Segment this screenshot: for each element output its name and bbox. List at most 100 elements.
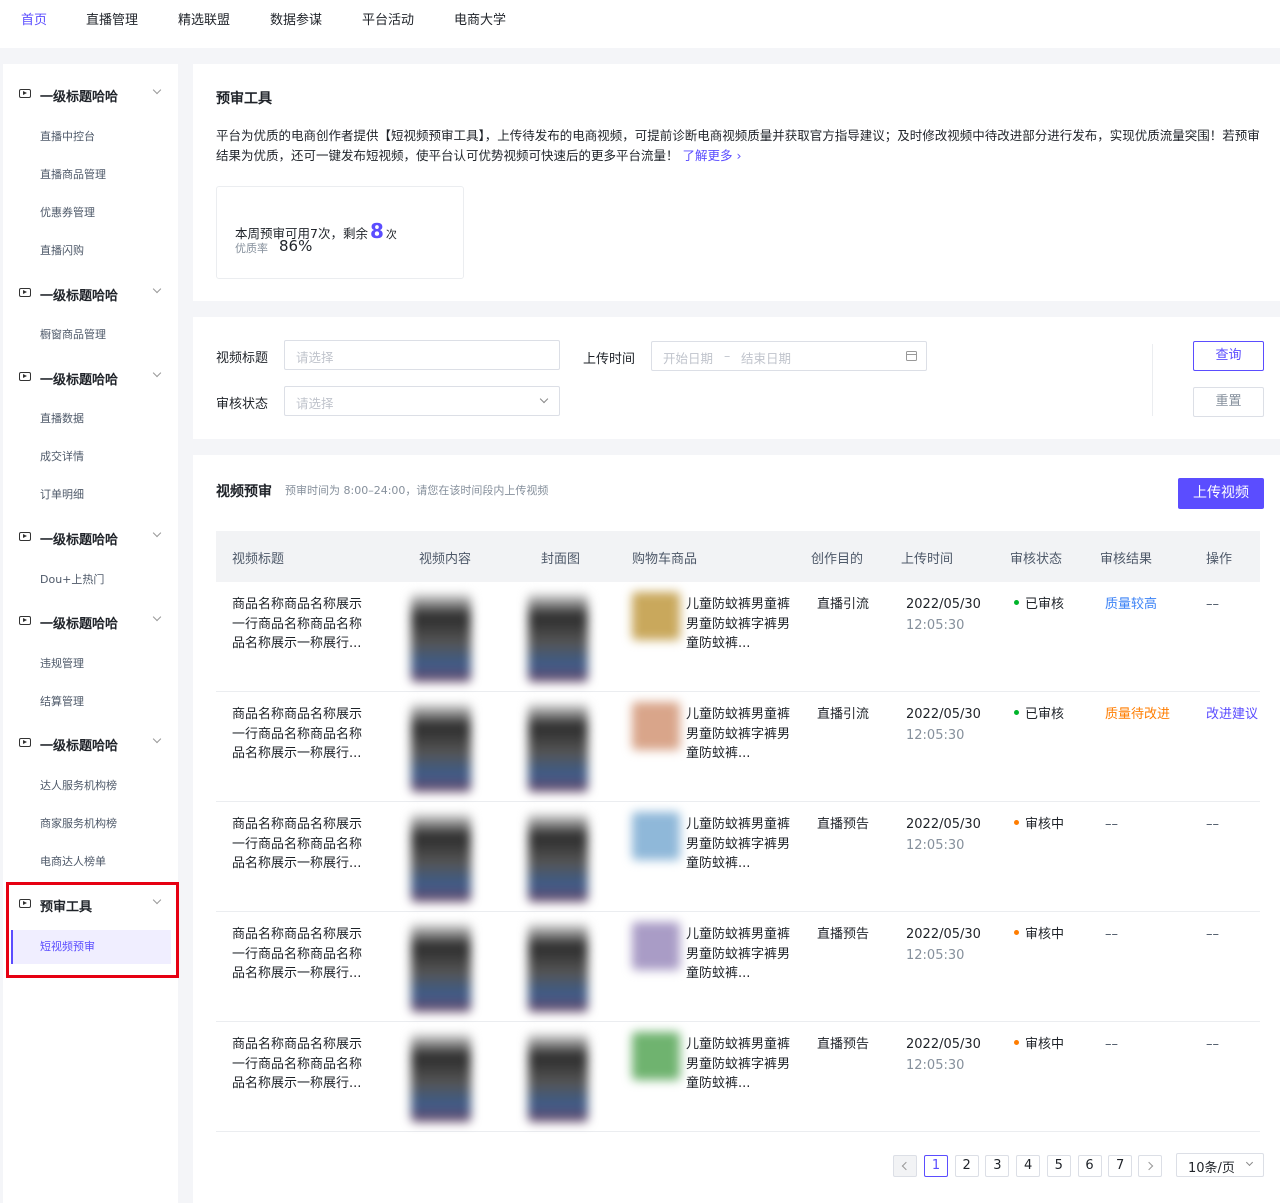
sidebar-group-6[interactable]: 一级标题哈哈 (3, 733, 178, 755)
column-header: 上传时间 (901, 552, 954, 567)
product-image (632, 1032, 680, 1080)
sidebar-item-deal-details[interactable]: 成交详情 (40, 448, 84, 464)
sidebar-item-influencer-ranking[interactable]: 电商达人榜单 (40, 853, 106, 869)
operation-cell: –– (1206, 817, 1219, 832)
sidebar-item-violations[interactable]: 违规管理 (40, 655, 84, 671)
intro-card: 预审工具 平台为优质的电商创作者提供【短视频预审工具】，上传待发布的电商视频，可… (193, 64, 1280, 301)
chevron-down-icon (152, 528, 162, 538)
chevron-down-icon (152, 368, 162, 378)
cover-image[interactable] (528, 1034, 588, 1122)
sidebar-item-orders[interactable]: 订单明细 (40, 486, 84, 502)
page-button[interactable]: 1 (924, 1155, 948, 1177)
column-header: 购物车商品 (632, 552, 698, 567)
upload-date: 2022/05/30 (906, 1037, 981, 1052)
status-text: 审核中 (1025, 817, 1065, 832)
nav-item-activity[interactable]: 平台活动 (362, 9, 414, 28)
result-cell[interactable]: 质量较高 (1105, 595, 1157, 615)
upload-video-button[interactable]: 上传视频 (1178, 478, 1264, 509)
result-cell[interactable]: 质量待改进 (1105, 705, 1170, 725)
status-dot (1014, 600, 1019, 605)
chevron-down-icon (152, 85, 162, 95)
page-size-label: 10条/页 (1188, 1161, 1235, 1176)
reset-button[interactable]: 重置 (1193, 387, 1264, 417)
video-icon (19, 372, 31, 381)
intro-description: 平台为优质的电商创作者提供【短视频预审工具】，上传待发布的电商视频，可提前诊断电… (216, 126, 1266, 166)
chevron-down-icon (152, 895, 162, 905)
table-row: 商品名称商品名称展示一行商品名称商品名称品名称展示一称展行... 儿童防蚊裤男童裤… (216, 1022, 1260, 1132)
nav-item-home[interactable]: 首页 (21, 9, 47, 28)
sidebar-item-flash-sale[interactable]: 直播闪购 (40, 242, 84, 258)
cover-image[interactable] (528, 814, 588, 902)
date-range-picker[interactable]: 开始日期 – 结束日期 (651, 341, 927, 371)
nav-item-live[interactable]: 直播管理 (86, 9, 138, 28)
product-name: 儿童防蚊裤男童裤男童防蚊裤字裤男童防蚊裤... (686, 817, 791, 871)
page-button[interactable]: 4 (1016, 1155, 1041, 1177)
status-cell: 已审核 (1014, 705, 1064, 725)
video-icon (19, 532, 31, 541)
product-image (632, 592, 680, 640)
learn-more-link[interactable]: 了解更多 › (683, 148, 742, 163)
end-date-placeholder: 结束日期 (741, 351, 792, 366)
sidebar-item-short-video-review[interactable]: 短视频预审 (40, 938, 95, 954)
page-button[interactable]: 5 (1046, 1155, 1071, 1177)
chevron-down-icon (152, 284, 162, 294)
status-select[interactable]: 请选择 (284, 386, 560, 416)
page-button[interactable]: 6 (1077, 1155, 1102, 1177)
page-button[interactable]: 7 (1108, 1155, 1133, 1177)
nav-item-data[interactable]: 数据参谋 (270, 9, 322, 28)
page-button[interactable]: 3 (985, 1155, 1010, 1177)
chevron-down-icon (152, 734, 162, 744)
purpose-cell: 直播预告 (817, 817, 870, 832)
status-dot (1014, 820, 1019, 825)
video-icon (19, 738, 31, 747)
nav-item-university[interactable]: 电商大学 (454, 9, 506, 28)
sidebar-item-live-data[interactable]: 直播数据 (40, 410, 84, 426)
product-image (632, 922, 680, 970)
next-page-button[interactable] (1138, 1155, 1162, 1177)
sidebar-item-live-products[interactable]: 直播商品管理 (40, 166, 106, 182)
sidebar-item-showcase[interactable]: 橱窗商品管理 (40, 326, 106, 342)
video-thumbnail[interactable] (411, 1034, 471, 1122)
cover-image[interactable] (528, 924, 588, 1012)
upload-time-label: 上传时间 (583, 352, 636, 367)
sidebar-item-coupons[interactable]: 优惠券管理 (40, 204, 95, 220)
cover-image[interactable] (528, 704, 588, 792)
sidebar-item-dou-plus[interactable]: Dou+上热门 (40, 571, 104, 587)
sidebar-group-4[interactable]: 一级标题哈哈 (3, 527, 178, 549)
video-title-cell: 商品名称商品名称展示一行商品名称商品名称品名称展示一称展行... (232, 597, 363, 651)
sidebar-group-2[interactable]: 一级标题哈哈 (3, 283, 178, 305)
status-text: 已审核 (1025, 707, 1065, 722)
page-title: 预审工具 (216, 91, 272, 107)
video-thumbnail[interactable] (411, 924, 471, 1012)
sidebar-item-settlement[interactable]: 结算管理 (40, 693, 84, 709)
video-thumbnail[interactable] (411, 814, 471, 902)
nav-item-alliance[interactable]: 精选联盟 (178, 9, 230, 28)
sidebar-group-5[interactable]: 一级标题哈哈 (3, 611, 178, 633)
quota-card: 本周预审可用7次，剩余 8 次 优质率 86% (216, 186, 464, 279)
sidebar-item-merchant-agencies[interactable]: 商家服务机构榜 (40, 815, 117, 831)
page-size-select[interactable]: 10条/页 (1176, 1153, 1264, 1177)
table-header: 视频标题 视频内容 封面图 购物车商品 创作目的 上传时间 审核状态 审核结果 … (216, 531, 1260, 582)
column-header: 审核结果 (1100, 552, 1153, 567)
video-thumbnail[interactable] (411, 704, 471, 792)
page-button[interactable]: 2 (954, 1155, 979, 1177)
prev-page-button[interactable] (893, 1155, 917, 1177)
column-header: 视频标题 (232, 552, 285, 567)
column-header: 封面图 (541, 552, 581, 567)
sidebar: 一级标题哈哈 直播中控台 直播商品管理 优惠券管理 直播闪购 一级标题哈哈 橱窗… (3, 64, 178, 1203)
video-title-input[interactable]: 请选择 (284, 340, 560, 370)
query-button[interactable]: 查询 (1193, 341, 1264, 371)
sidebar-item-influencer-agencies[interactable]: 达人服务机构榜 (40, 777, 117, 793)
sidebar-item-live-console[interactable]: 直播中控台 (40, 128, 95, 144)
upload-time: 12:05:30 (906, 1058, 965, 1073)
operation-cell[interactable]: 改进建议 (1206, 705, 1258, 725)
column-header: 创作目的 (811, 552, 864, 567)
sidebar-group-review-tool[interactable]: 预审工具 (3, 894, 178, 916)
status-label: 审核状态 (216, 397, 269, 412)
status-cell: 审核中 (1014, 1035, 1064, 1055)
sidebar-group-1[interactable]: 一级标题哈哈 (3, 84, 178, 106)
video-title-cell: 商品名称商品名称展示一行商品名称商品名称品名称展示一称展行... (232, 707, 363, 761)
sidebar-group-3[interactable]: 一级标题哈哈 (3, 367, 178, 389)
cover-image[interactable] (528, 594, 588, 682)
video-thumbnail[interactable] (411, 594, 471, 682)
